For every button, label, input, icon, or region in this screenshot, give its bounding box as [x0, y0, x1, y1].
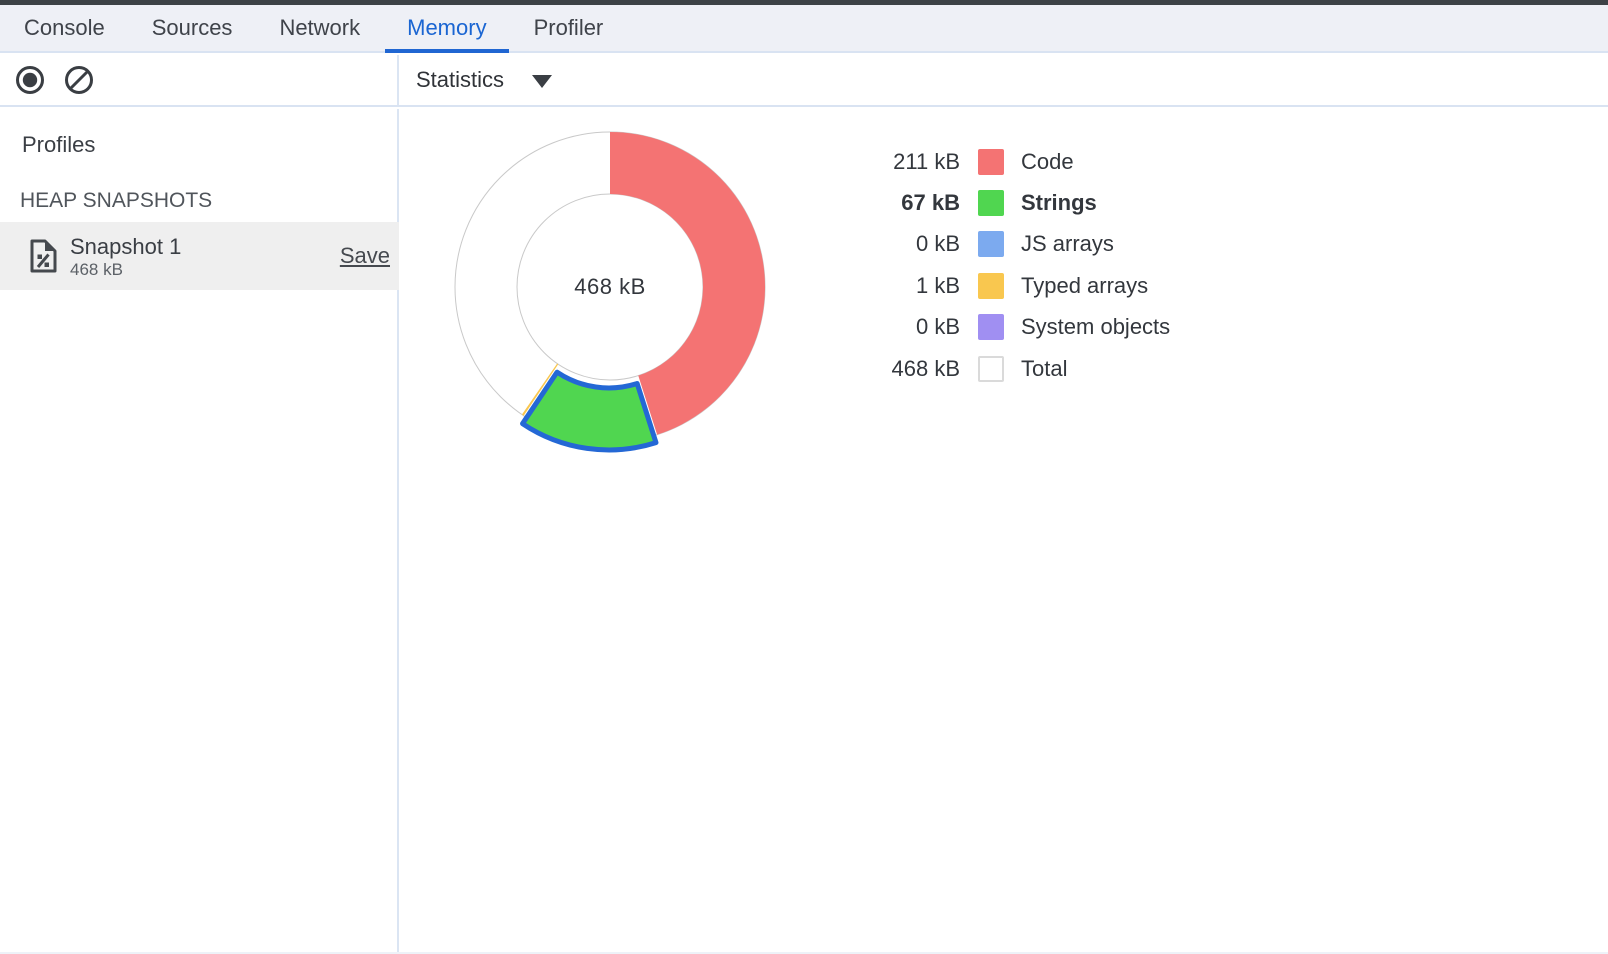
tab-label: Profiler [534, 15, 604, 41]
chart-legend: 211 kB Code 67 kB Strings 0 kB JS arrays… [858, 141, 1170, 389]
tab-sources[interactable]: Sources [130, 5, 255, 51]
tab-label: Console [24, 15, 105, 41]
profiles-toolbar [0, 55, 399, 105]
snapshot-size: 468 kB [70, 260, 181, 279]
devtools-tab-bar: Console Sources Network Memory Profiler [0, 5, 1608, 53]
legend-row-js-arrays[interactable]: 0 kB JS arrays [858, 224, 1170, 265]
tab-network[interactable]: Network [257, 5, 382, 51]
legend-label: Typed arrays [1021, 273, 1148, 299]
heap-snapshots-section-title: HEAP SNAPSHOTS [20, 188, 212, 214]
legend-row-total[interactable]: 468 kB Total [858, 348, 1170, 389]
tab-label: Network [279, 15, 360, 41]
legend-value: 0 kB [858, 314, 960, 340]
save-snapshot-link[interactable]: Save [340, 243, 390, 269]
legend-value: 0 kB [858, 231, 960, 257]
legend-row-strings[interactable]: 67 kB Strings [858, 182, 1170, 223]
tab-profiler[interactable]: Profiler [512, 5, 626, 51]
legend-row-code[interactable]: 211 kB Code [858, 141, 1170, 182]
tab-console[interactable]: Console [2, 5, 127, 51]
record-icon [14, 64, 46, 96]
legend-label: Code [1021, 149, 1074, 175]
legend-swatch [978, 314, 1004, 340]
legend-swatch [978, 231, 1004, 257]
legend-label: Total [1021, 356, 1067, 382]
memory-panel-toolbar: Statistics [0, 55, 1608, 107]
record-heap-snapshot-button[interactable] [14, 64, 46, 96]
perspective-select[interactable]: Statistics [416, 67, 552, 93]
legend-swatch [978, 356, 1004, 382]
legend-label: System objects [1021, 314, 1170, 340]
block-icon [63, 64, 95, 96]
legend-value: 1 kB [858, 273, 960, 299]
legend-row-system-objects[interactable]: 0 kB System objects [858, 307, 1170, 348]
legend-row-typed-arrays[interactable]: 1 kB Typed arrays [858, 265, 1170, 306]
perspective-select-value: Statistics [416, 67, 504, 93]
chevron-down-icon [532, 75, 552, 88]
tab-label: Memory [407, 15, 486, 41]
legend-value: 468 kB [858, 356, 960, 382]
clear-profiles-button[interactable] [63, 64, 95, 96]
heap-snapshot-item[interactable]: Snapshot 1 468 kB Save [0, 222, 399, 290]
tab-label: Sources [152, 15, 233, 41]
snapshot-name: Snapshot 1 [70, 234, 181, 259]
snapshot-meta: Snapshot 1 468 kB [70, 234, 181, 279]
legend-value: 67 kB [858, 190, 960, 216]
legend-swatch [978, 190, 1004, 216]
view-toolbar: Statistics [399, 55, 1608, 105]
heap-snapshot-file-icon [30, 239, 57, 273]
profiles-sidebar: Profiles HEAP SNAPSHOTS Snapshot 1 468 k… [0, 109, 399, 954]
sidebar-title: Profiles [22, 132, 95, 158]
legend-swatch [978, 149, 1004, 175]
donut-total-label: 468 kB [574, 274, 646, 300]
legend-label: Strings [1021, 190, 1097, 216]
legend-label: JS arrays [1021, 231, 1114, 257]
tab-memory[interactable]: Memory [385, 5, 508, 51]
legend-value: 211 kB [858, 149, 960, 175]
legend-swatch [978, 273, 1004, 299]
